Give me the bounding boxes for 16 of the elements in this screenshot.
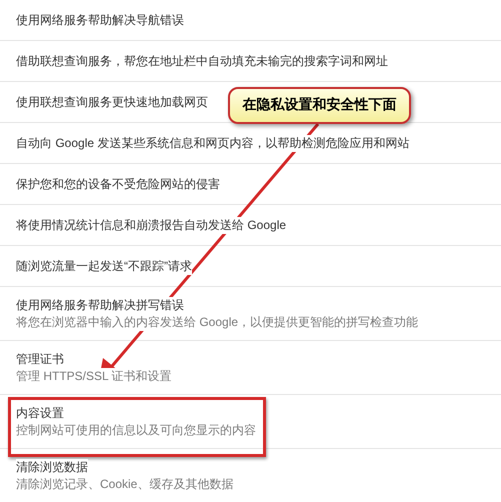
setting-title[interactable]: 保护您和您的设备不受危险网站的侵害 — [16, 176, 220, 192]
setting-description: 控制网站可使用的信息以及可向您显示的内容 — [16, 422, 256, 438]
setting-title[interactable]: 管理证书 — [16, 350, 64, 368]
setting-title[interactable]: 清除浏览数据 — [16, 458, 88, 476]
setting-title[interactable]: 使用联想查询服务更快速地加载网页 — [16, 94, 208, 110]
setting-description: 清除浏览记录、Cookie、缓存及其他数据 — [16, 476, 234, 492]
setting-description: 将您在浏览器中输入的内容发送给 Google，以便提供更智能的拼写检查功能 — [16, 314, 418, 330]
callout: 在隐私设置和安全性下面 — [228, 87, 411, 124]
setting-title[interactable]: 内容设置 — [16, 404, 64, 422]
setting-title[interactable]: 使用网络服务帮助解决导航错误 — [16, 12, 184, 28]
setting-title[interactable]: 借助联想查询服务，帮您在地址栏中自动填充未输完的搜索字词和网址 — [16, 52, 388, 70]
setting-title[interactable]: 使用网络服务帮助解决拼写错误 — [16, 296, 184, 314]
setting-title[interactable]: 随浏览流量一起发送“不跟踪”请求 — [16, 258, 192, 274]
setting-description: 管理 HTTPS/SSL 证书和设置 — [16, 368, 172, 384]
setting-title[interactable]: 将使用情况统计信息和崩溃报告自动发送给 Google — [16, 216, 286, 234]
setting-title[interactable]: 自动向 Google 发送某些系统信息和网页内容，以帮助检测危险应用和网站 — [16, 134, 410, 152]
